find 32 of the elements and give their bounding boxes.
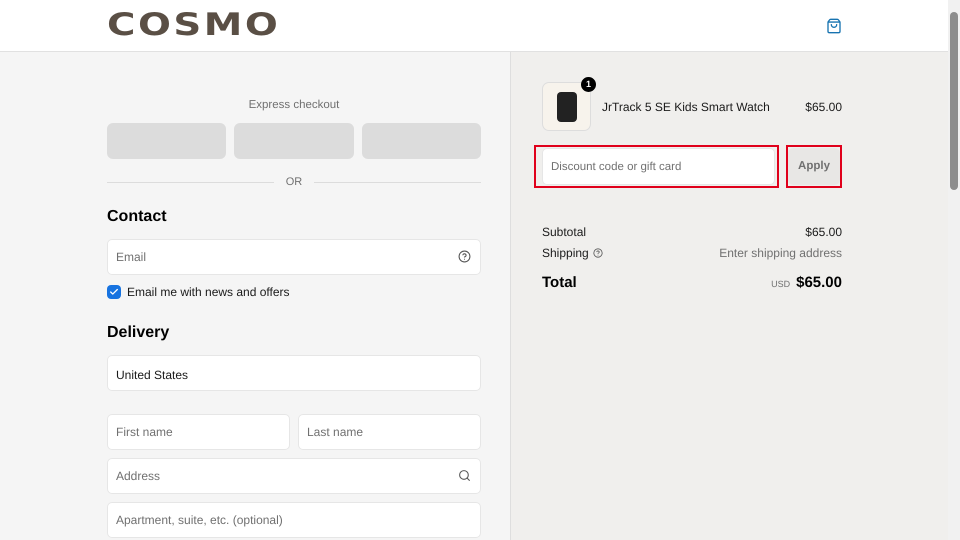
- total-label: Total: [542, 273, 577, 293]
- shipping-value: Enter shipping address: [719, 245, 842, 262]
- country-select[interactable]: United States: [107, 354, 481, 391]
- or-divider-label: OR: [286, 175, 302, 190]
- newsletter-label: Email me with news and offers: [127, 284, 290, 301]
- subtotal-label: Subtotal: [542, 224, 586, 241]
- help-icon[interactable]: [592, 248, 603, 258]
- quantity-badge: 1: [581, 77, 596, 92]
- delivery-heading: Delivery: [107, 322, 170, 343]
- shopping-bag-icon[interactable]: [826, 18, 842, 34]
- newsletter-checkbox[interactable]: [107, 284, 121, 299]
- scrollbar[interactable]: [948, 0, 960, 540]
- product-name: JrTrack 5 SE Kids Smart Watch: [602, 98, 771, 116]
- subtotal-value: $65.00: [805, 224, 842, 241]
- checkmark-icon: [109, 286, 119, 297]
- cosmo-logo[interactable]: COSMO: [107, 10, 280, 41]
- search-icon: [458, 468, 471, 482]
- smartwatch-thumbnail: [542, 82, 591, 131]
- text-field[interactable]: Last name: [298, 414, 481, 450]
- express-checkout-title: Express checkout: [248, 98, 340, 113]
- email-field[interactable]: Email: [107, 238, 481, 275]
- shipping-label: Shipping: [542, 245, 589, 262]
- total-value: $65.00: [796, 273, 842, 293]
- help-icon[interactable]: [458, 250, 471, 263]
- contact-heading: Contact: [107, 206, 168, 227]
- address-field[interactable]: Address: [107, 458, 481, 494]
- text-field[interactable]: First name: [107, 414, 290, 450]
- text-field[interactable]: Apartment, suite, etc. (optional): [107, 502, 481, 538]
- discount-code-field[interactable]: Discount code or gift card: [542, 148, 775, 185]
- apply-button[interactable]: Apply: [788, 148, 840, 185]
- product-price: $65.00: [805, 98, 842, 116]
- currency-code: USD: [771, 278, 790, 291]
